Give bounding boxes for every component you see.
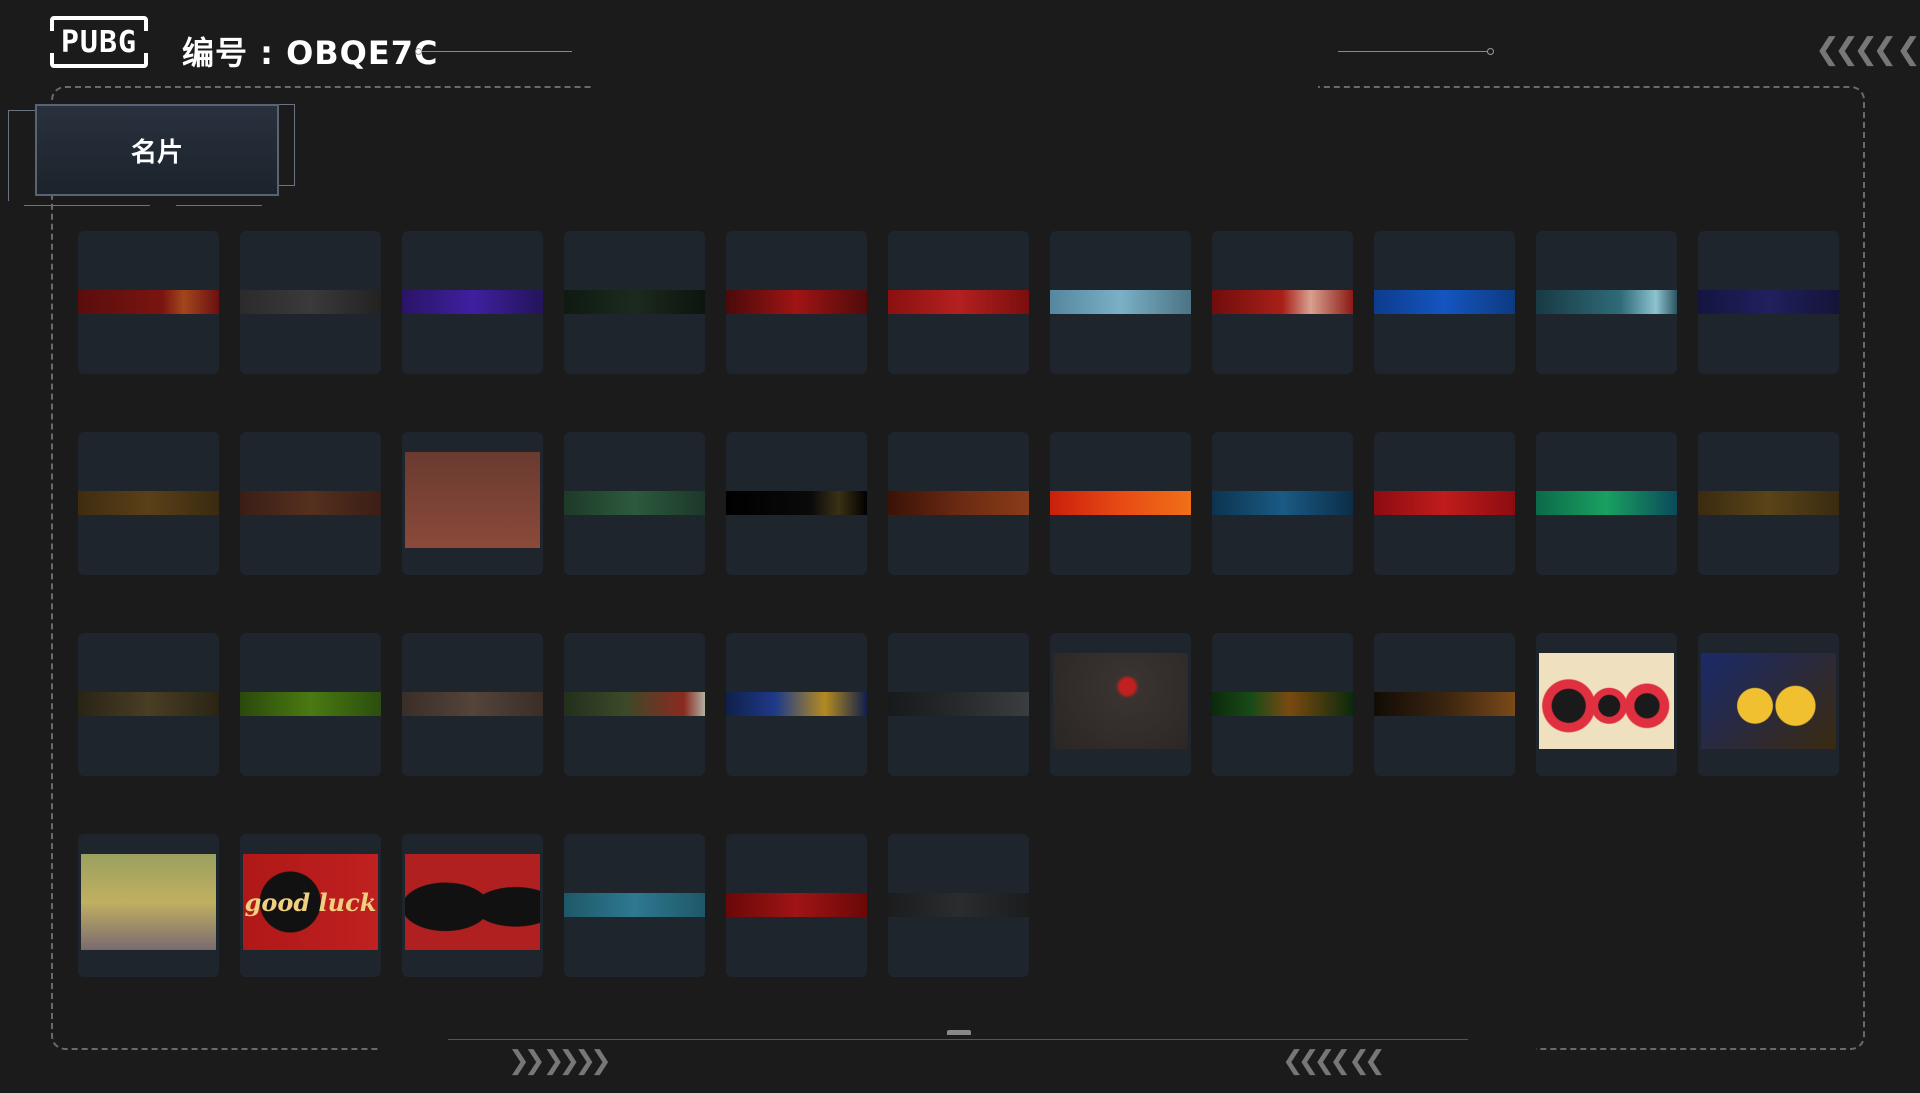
name-card-banner <box>564 893 705 917</box>
name-card-item[interactable] <box>402 633 543 776</box>
name-card-item[interactable] <box>564 432 705 575</box>
name-card-item[interactable] <box>1374 633 1515 776</box>
tab-decoration <box>176 205 262 206</box>
name-card-banner <box>888 692 1029 716</box>
name-card-item[interactable] <box>1536 633 1677 776</box>
tab-name-card[interactable]: 名片 <box>35 104 279 196</box>
name-card-item[interactable] <box>78 834 219 977</box>
name-card-item[interactable] <box>726 432 867 575</box>
pubg-logo: PUBG <box>49 16 149 68</box>
name-card-item[interactable] <box>1212 633 1353 776</box>
name-card-banner <box>1050 290 1191 314</box>
name-card-banner <box>78 692 219 716</box>
name-card-banner <box>564 491 705 515</box>
name-card-banner <box>1374 692 1515 716</box>
name-card-banner <box>1050 491 1191 515</box>
name-card-banner <box>888 893 1029 917</box>
name-card-banner <box>726 290 867 314</box>
name-card-item[interactable] <box>78 231 219 374</box>
name-card-banner <box>78 491 219 515</box>
header-chevrons-icon: ❮❮❮❮ ❮ <box>1815 32 1920 67</box>
header-line-dot-right <box>1487 48 1494 55</box>
name-card-gold88-image <box>1701 653 1836 749</box>
name-card-item[interactable] <box>1374 231 1515 374</box>
bottom-chevrons-right-icon: ❮❮❮❮ ❮❮ <box>1282 1046 1386 1076</box>
name-card-banner <box>1698 491 1839 515</box>
name-card-banner <box>402 692 543 716</box>
name-card-wolves-image <box>405 854 540 950</box>
name-card-banner <box>1374 290 1515 314</box>
name-card-item[interactable] <box>240 432 381 575</box>
frame-gap-top <box>592 84 1318 90</box>
name-card-item[interactable] <box>1698 633 1839 776</box>
name-card-item[interactable] <box>1698 432 1839 575</box>
tab-decoration <box>24 205 150 206</box>
name-card-item[interactable]: good luck <box>240 834 381 977</box>
name-card-banner <box>888 290 1029 314</box>
name-card-item[interactable] <box>888 231 1029 374</box>
name-card-item[interactable] <box>1536 432 1677 575</box>
name-card-item[interactable] <box>402 834 543 977</box>
name-card-item[interactable] <box>1050 633 1191 776</box>
name-card-grid: good luck <box>78 231 1839 977</box>
name-card-item[interactable] <box>564 834 705 977</box>
header-line-right <box>1338 51 1488 52</box>
name-card-banner <box>402 290 543 314</box>
name-card-speakers-image <box>1539 653 1674 749</box>
name-card-banner <box>1698 290 1839 314</box>
name-card-item[interactable] <box>240 231 381 374</box>
name-card-item[interactable] <box>1698 231 1839 374</box>
name-card-wolf-image <box>405 452 540 548</box>
name-card-banner <box>78 290 219 314</box>
name-card-item[interactable] <box>888 432 1029 575</box>
name-card-item[interactable] <box>402 231 543 374</box>
name-card-banner <box>564 692 705 716</box>
name-card-banner <box>888 491 1029 515</box>
name-card-banner <box>240 290 381 314</box>
name-card-item[interactable] <box>1212 231 1353 374</box>
name-card-item[interactable] <box>78 432 219 575</box>
name-card-frog-image <box>81 854 216 950</box>
name-card-item[interactable] <box>1050 231 1191 374</box>
header-line-dot-left <box>415 48 422 55</box>
name-card-item[interactable] <box>240 633 381 776</box>
name-card-item[interactable] <box>78 633 219 776</box>
player-id-label: 编号 : OBQE7C <box>182 34 439 72</box>
name-card-banner <box>726 491 867 515</box>
name-card-item[interactable] <box>726 231 867 374</box>
name-card-banner <box>726 893 867 917</box>
header-line-left <box>422 51 572 52</box>
name-card-banner <box>564 290 705 314</box>
name-card-banner <box>1212 290 1353 314</box>
bottom-chevrons-left-icon: ❯❯ ❯❯❯❯ <box>508 1046 612 1076</box>
name-card-banner <box>726 692 867 716</box>
name-card-banner <box>1536 491 1677 515</box>
name-card-item[interactable] <box>1212 432 1353 575</box>
name-card-banner <box>240 491 381 515</box>
name-card-item[interactable] <box>564 231 705 374</box>
name-card-item[interactable] <box>564 633 705 776</box>
name-card-item[interactable] <box>726 834 867 977</box>
name-card-item[interactable] <box>1536 231 1677 374</box>
name-card-goodluck-image: good luck <box>243 854 378 950</box>
scroll-track[interactable] <box>448 1039 1468 1040</box>
name-card-item[interactable] <box>402 432 543 575</box>
name-card-banner <box>1374 491 1515 515</box>
name-card-banner <box>1212 692 1353 716</box>
name-card-item[interactable] <box>1374 432 1515 575</box>
tab-decoration <box>278 104 295 186</box>
name-card-banner <box>1536 290 1677 314</box>
name-card-plague-image <box>1053 653 1188 749</box>
name-card-banner <box>1212 491 1353 515</box>
name-card-item[interactable] <box>888 834 1029 977</box>
scroll-thumb[interactable] <box>947 1030 971 1035</box>
name-card-item[interactable] <box>888 633 1029 776</box>
name-card-item[interactable] <box>726 633 867 776</box>
name-card-item[interactable] <box>1050 432 1191 575</box>
name-card-banner <box>240 692 381 716</box>
